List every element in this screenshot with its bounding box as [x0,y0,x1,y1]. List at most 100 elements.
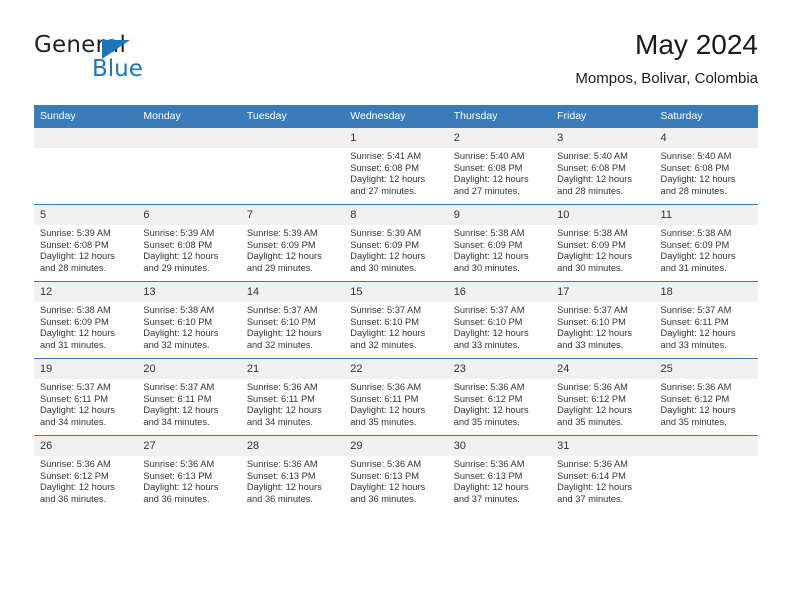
daylight-minutes-text: and 37 minutes. [557,493,624,504]
calendar-day-cell[interactable]: 8 Sunrise: 5:39 AM Sunset: 6:09 PM Daylight… [344,204,448,282]
day-number: 9 [447,205,552,225]
daylight-minutes-text: and 36 minutes. [143,493,210,504]
daylight-minutes-text: and 36 minutes. [246,493,313,504]
calendar-day-cell[interactable]: 22 Sunrise: 5:36 AM Sunset: 6:11 PM Dayligh… [344,358,448,436]
day-number: 3 [551,128,655,148]
day-number [137,128,241,148]
daylight-minutes-text: and 31 minutes. [660,262,727,273]
day-details: Sunrise: 5:40 AM Sunset: 6:08 PM Daylight:… [448,148,551,197]
sunset-text: Sunset: 6:10 PM [143,316,213,327]
sunrise-text: Sunrise: 5:37 AM [143,382,215,392]
sunset-text: Sunset: 6:12 PM [557,393,626,404]
calendar-day-cell[interactable]: 26 Sunrise: 5:36 AM Sunset: 6:12 PM Dayligh… [34,435,138,512]
calendar-page: General Blue May 2024 Mompos, Bolivar, C… [0,0,792,612]
calendar-day-cell[interactable]: 2 Sunrise: 5:40 AM Sunset: 6:08 PM Daylight… [447,127,552,205]
calendar-day-cell[interactable]: 7 Sunrise: 5:39 AM Sunset: 6:09 PM Daylight… [240,204,345,282]
day-details: Sunrise: 5:36 AM Sunset: 6:12 PM Daylight:… [551,379,654,428]
sunrise-text: Sunrise: 5:36 AM [40,459,111,469]
daylight-minutes-text: and 31 minutes. [40,339,107,350]
calendar-day-cell[interactable]: 17 Sunrise: 5:37 AM Sunset: 6:10 PM Dayligh… [551,281,655,359]
sunset-text: Sunset: 6:11 PM [143,393,212,404]
page-header: General Blue May 2024 Mompos, Bolivar, C… [34,28,758,94]
calendar-day-cell[interactable]: 9 Sunrise: 5:38 AM Sunset: 6:09 PM Daylight… [447,204,552,282]
sunset-text: Sunset: 6:12 PM [660,393,730,404]
calendar-day-cell[interactable]: 3 Sunrise: 5:40 AM Sunset: 6:08 PM Daylight… [551,127,655,205]
sunrise-text: Sunrise: 5:38 AM [40,305,111,315]
sunrise-text: Sunrise: 5:37 AM [40,382,111,392]
daylight-minutes-text: and 29 minutes. [143,262,210,273]
sunrise-text: Sunrise: 5:36 AM [350,382,422,392]
daylight-text: Daylight: 12 hours [453,174,529,185]
sunrise-text: Sunrise: 5:36 AM [350,459,422,469]
calendar-day-cell[interactable]: 28 Sunrise: 5:36 AM Sunset: 6:13 PM Dayligh… [240,435,345,512]
sunset-text: Sunset: 6:11 PM [40,393,109,404]
calendar-day-cell[interactable]: 5 Sunrise: 5:39 AM Sunset: 6:08 PM Daylight… [34,204,138,282]
sunset-text: Sunset: 6:09 PM [350,239,419,250]
day-details: Sunrise: 5:38 AM Sunset: 6:10 PM Daylight:… [137,302,240,351]
sunset-text: Sunset: 6:10 PM [453,316,523,327]
day-details: Sunrise: 5:37 AM Sunset: 6:10 PM Daylight:… [344,302,447,351]
calendar-day-cell-empty [34,127,138,205]
daylight-text: Daylight: 12 hours [350,251,426,262]
sunrise-text: Sunrise: 5:37 AM [453,305,525,315]
calendar-day-cell[interactable]: 12 Sunrise: 5:38 AM Sunset: 6:09 PM Dayligh… [34,281,138,359]
sunset-text: Sunset: 6:12 PM [453,393,523,404]
calendar-body: 1 Sunrise: 5:41 AM Sunset: 6:08 PM Daylight… [34,127,758,512]
sunrise-text: Sunrise: 5:36 AM [557,459,628,469]
calendar-day-cell[interactable]: 24 Sunrise: 5:36 AM Sunset: 6:12 PM Dayligh… [551,358,655,436]
daylight-text: Daylight: 12 hours [350,405,426,416]
day-number: 21 [240,359,345,379]
calendar-week-row: 5 Sunrise: 5:39 AM Sunset: 6:08 PM Daylight… [34,204,758,282]
sunset-text: Sunset: 6:08 PM [40,239,109,250]
sunset-text: Sunset: 6:13 PM [143,470,213,481]
calendar-day-cell[interactable]: 6 Sunrise: 5:39 AM Sunset: 6:08 PM Daylight… [137,204,241,282]
calendar-day-cell[interactable]: 19 Sunrise: 5:37 AM Sunset: 6:11 PM Dayligh… [34,358,138,436]
daylight-text: Daylight: 12 hours [246,405,322,416]
sunset-text: Sunset: 6:11 PM [246,393,315,404]
calendar-day-cell[interactable]: 1 Sunrise: 5:41 AM Sunset: 6:08 PM Daylight… [344,127,448,205]
day-details: Sunrise: 5:39 AM Sunset: 6:09 PM Daylight:… [241,225,344,274]
calendar-day-cell[interactable]: 15 Sunrise: 5:37 AM Sunset: 6:10 PM Dayligh… [344,281,448,359]
weekday-header-saturday: Saturday [654,105,758,128]
day-details: Sunrise: 5:36 AM Sunset: 6:12 PM Daylight:… [34,456,137,505]
daylight-minutes-text: and 30 minutes. [453,262,520,273]
calendar-day-cell[interactable]: 18 Sunrise: 5:37 AM Sunset: 6:11 PM Dayligh… [654,281,758,359]
day-details: Sunrise: 5:37 AM Sunset: 6:11 PM Daylight:… [34,379,137,428]
general-blue-logo[interactable]: General Blue [34,32,214,88]
calendar-day-cell-empty [654,435,758,512]
day-number: 22 [344,359,448,379]
calendar-day-cell[interactable]: 31 Sunrise: 5:36 AM Sunset: 6:14 PM Dayligh… [551,435,655,512]
day-details: Sunrise: 5:36 AM Sunset: 6:13 PM Daylight:… [241,456,344,505]
sunrise-text: Sunrise: 5:39 AM [246,228,318,238]
day-number: 5 [34,205,138,225]
day-details [34,148,137,151]
calendar-day-cell[interactable]: 10 Sunrise: 5:38 AM Sunset: 6:09 PM Dayligh… [551,204,655,282]
calendar-day-cell[interactable]: 30 Sunrise: 5:36 AM Sunset: 6:13 PM Dayligh… [447,435,552,512]
sunrise-text: Sunrise: 5:36 AM [143,459,215,469]
page-title: May 2024 [635,29,758,60]
sunrise-text: Sunrise: 5:39 AM [40,228,111,238]
calendar-day-cell[interactable]: 14 Sunrise: 5:37 AM Sunset: 6:10 PM Dayligh… [240,281,345,359]
calendar-day-cell[interactable]: 21 Sunrise: 5:36 AM Sunset: 6:11 PM Dayligh… [240,358,345,436]
calendar-day-cell[interactable]: 23 Sunrise: 5:36 AM Sunset: 6:12 PM Dayligh… [447,358,552,436]
calendar-day-cell[interactable]: 29 Sunrise: 5:36 AM Sunset: 6:13 PM Dayligh… [344,435,448,512]
calendar-day-cell[interactable]: 25 Sunrise: 5:36 AM Sunset: 6:12 PM Dayligh… [654,358,758,436]
calendar-day-cell[interactable]: 27 Sunrise: 5:36 AM Sunset: 6:13 PM Dayligh… [137,435,241,512]
sunset-text: Sunset: 6:10 PM [557,316,626,327]
calendar-day-cell[interactable]: 4 Sunrise: 5:40 AM Sunset: 6:08 PM Daylight… [654,127,758,205]
sunrise-text: Sunrise: 5:40 AM [453,151,525,161]
day-details: Sunrise: 5:37 AM Sunset: 6:11 PM Daylight:… [137,379,240,428]
day-number: 19 [34,359,138,379]
day-number: 26 [34,436,138,456]
day-details: Sunrise: 5:36 AM Sunset: 6:13 PM Daylight:… [344,456,447,505]
sunrise-text: Sunrise: 5:36 AM [453,382,525,392]
calendar-day-cell[interactable]: 11 Sunrise: 5:38 AM Sunset: 6:09 PM Dayligh… [654,204,758,282]
sunset-text: Sunset: 6:13 PM [350,470,419,481]
calendar-day-cell[interactable]: 13 Sunrise: 5:38 AM Sunset: 6:10 PM Dayligh… [137,281,241,359]
daylight-minutes-text: and 30 minutes. [557,262,624,273]
calendar-day-cell[interactable]: 20 Sunrise: 5:37 AM Sunset: 6:11 PM Dayligh… [137,358,241,436]
daylight-minutes-text: and 34 minutes. [40,416,107,427]
daylight-minutes-text: and 35 minutes. [453,416,520,427]
calendar-day-cell[interactable]: 16 Sunrise: 5:37 AM Sunset: 6:10 PM Dayligh… [447,281,552,359]
daylight-minutes-text: and 30 minutes. [350,262,417,273]
